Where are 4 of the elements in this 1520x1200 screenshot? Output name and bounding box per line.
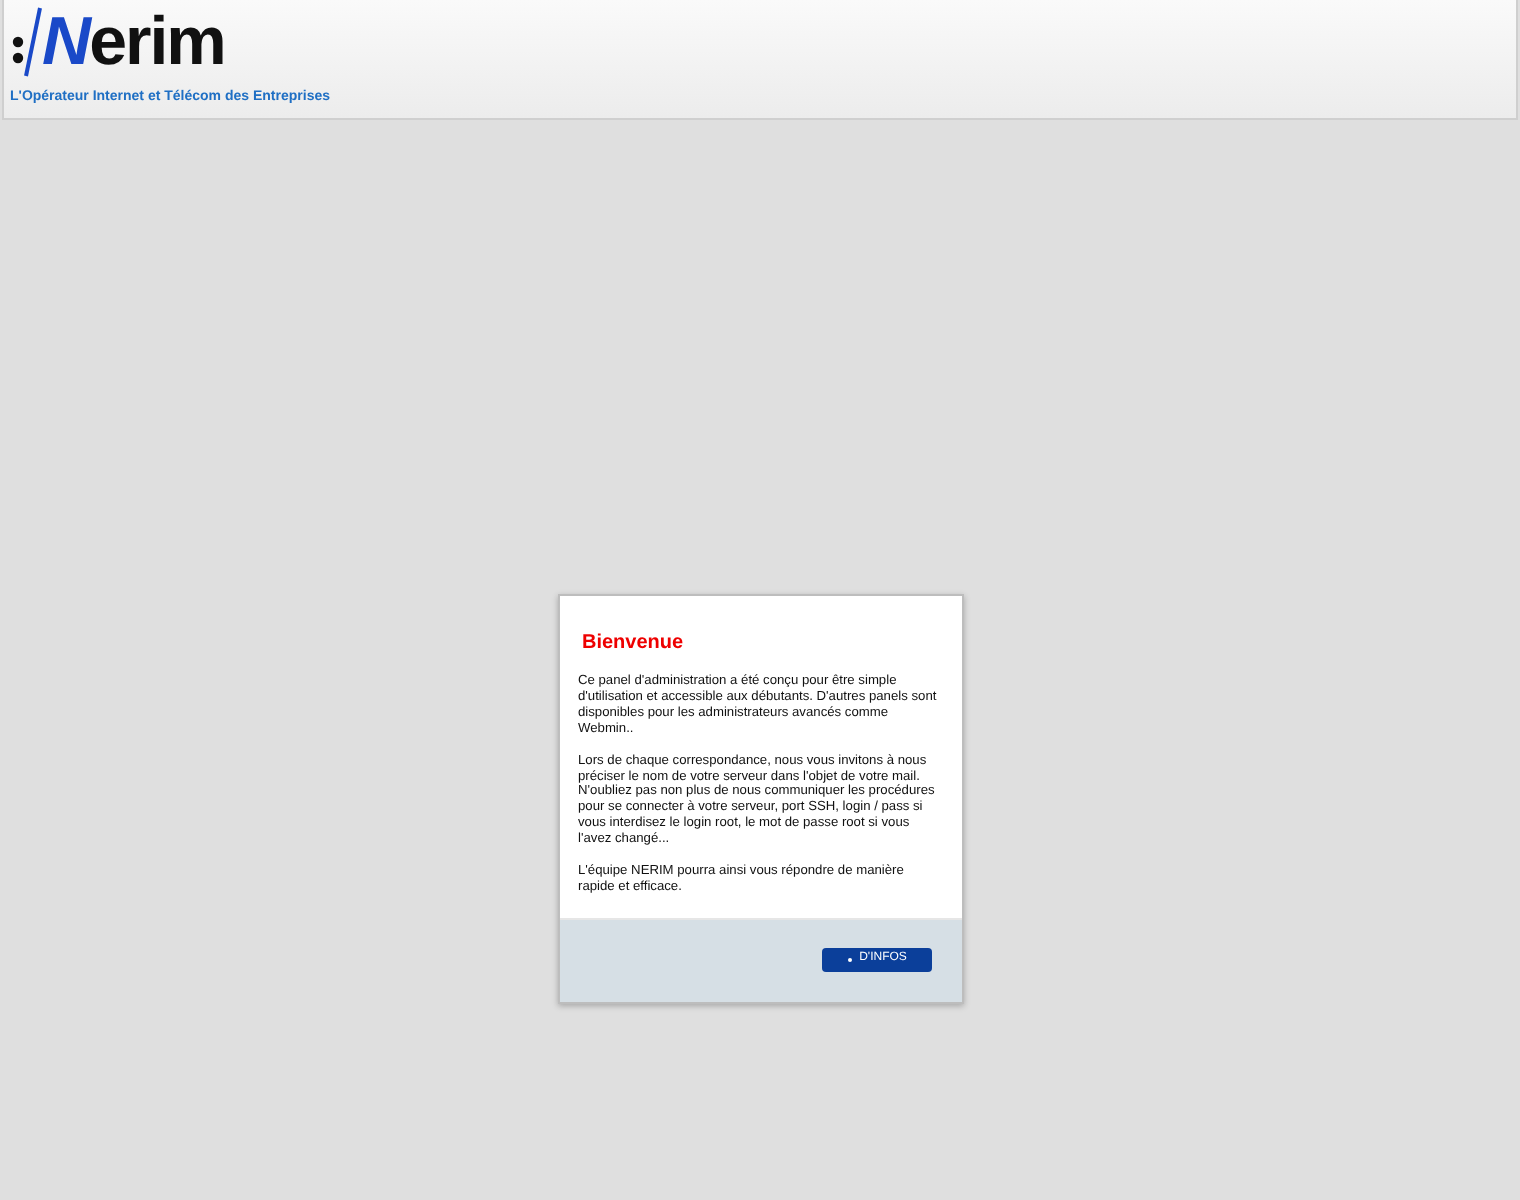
logo-mark-icon <box>10 4 42 80</box>
bullet-icon <box>847 957 852 962</box>
dialog-title: Bienvenue <box>582 630 686 658</box>
logo[interactable]: Nerim <box>42 8 225 76</box>
